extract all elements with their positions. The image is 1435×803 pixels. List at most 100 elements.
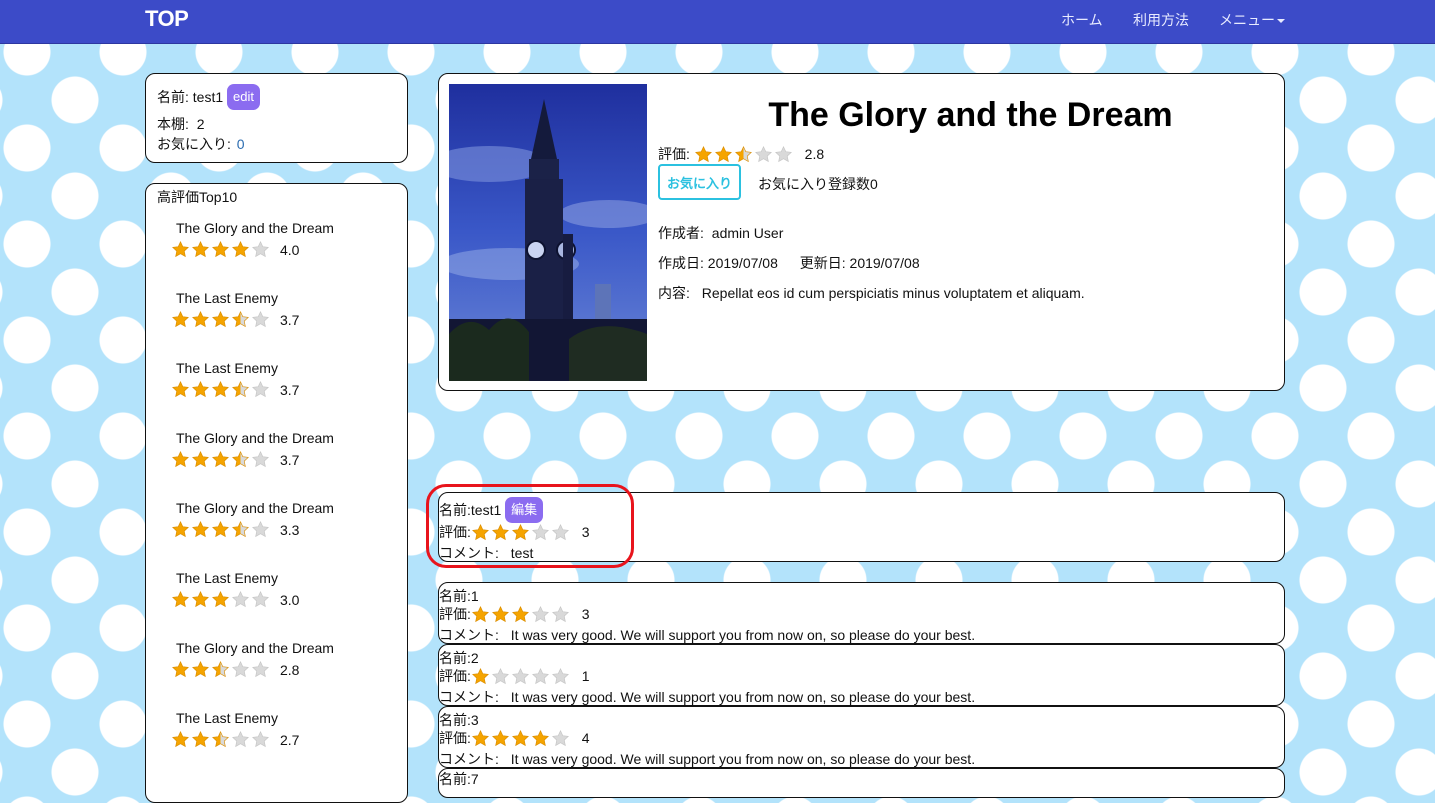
ranking-item[interactable]: The Last Enemy 3.7 — [172, 290, 299, 328]
star-filled-icon — [191, 450, 210, 469]
ranking-item-title[interactable]: The Glory and the Dream — [176, 640, 334, 656]
star-half-icon — [211, 730, 230, 749]
ranking-item[interactable]: The Glory and the Dream 2.8 — [172, 640, 334, 678]
ranking-item-score: 2.8 — [280, 661, 300, 678]
profile-edit-button[interactable]: edit — [227, 84, 260, 110]
review-card: 名前:3 評価: 4 コメント: It was very good. We wi… — [438, 706, 1285, 768]
star-filled-icon — [211, 590, 230, 609]
nav-home-link[interactable]: ホーム — [1061, 10, 1103, 30]
star-empty-icon — [231, 590, 250, 609]
review-card: 名前:2 評価: 1 コメント: It was very good. We wi… — [438, 644, 1285, 706]
star-half-icon — [734, 145, 753, 164]
ranking-item[interactable]: The Glory and the Dream 3.3 — [172, 500, 334, 538]
review-rating-label: 評価: — [439, 668, 471, 684]
star-empty-icon — [251, 450, 270, 469]
star-empty-icon — [251, 660, 270, 679]
review-comment: It was very good. We will support you fr… — [510, 751, 976, 767]
ranking-item[interactable]: The Glory and the Dream 4.0 — [172, 220, 334, 258]
book-rating-stars — [694, 145, 793, 164]
star-filled-icon — [191, 520, 210, 539]
favorite-count-link[interactable]: 0 — [237, 136, 245, 152]
star-filled-icon — [171, 380, 190, 399]
review-card: 名前:1 評価: 3 コメント: It was very good. We wi… — [438, 582, 1285, 644]
star-empty-icon — [551, 605, 570, 624]
ranking-item[interactable]: The Last Enemy 3.7 — [172, 360, 299, 398]
star-filled-icon — [471, 667, 490, 686]
star-filled-icon — [171, 590, 190, 609]
review-name: 名前:2 — [439, 650, 479, 666]
ranking-item-rating: 4.0 — [171, 240, 299, 259]
ranking-item-stars — [171, 590, 270, 609]
star-filled-icon — [211, 310, 230, 329]
ranking-item-stars — [171, 660, 270, 679]
review-comment: It was very good. We will support you fr… — [510, 689, 976, 705]
review-rating-label: 評価: — [439, 606, 471, 622]
ranking-item-title[interactable]: The Glory and the Dream — [176, 220, 334, 236]
profile-name: 名前: test1 — [157, 89, 224, 105]
star-filled-icon — [171, 730, 190, 749]
ranking-item-score: 3.7 — [280, 381, 300, 398]
book-detail-card: The Glory and the Dream 評価: 2.8 お気に入り お気… — [438, 73, 1285, 391]
ranking-item-rating: 3.7 — [171, 380, 299, 399]
review-stars — [471, 605, 570, 624]
ranking-item[interactable]: The Last Enemy 3.0 — [172, 570, 299, 608]
ranking-item-stars — [171, 380, 270, 399]
star-filled-icon — [171, 240, 190, 259]
ranking-item[interactable]: The Glory and the Dream 3.7 — [172, 430, 334, 468]
author-name: admin User — [711, 225, 784, 241]
ranking-item-title[interactable]: The Last Enemy — [176, 570, 278, 586]
ranking-item-stars — [171, 450, 270, 469]
created-label: 作成日: — [658, 255, 704, 271]
review-stars — [471, 667, 570, 686]
star-filled-icon — [714, 145, 733, 164]
content-text: Repellat eos id cum perspiciatis minus v… — [701, 285, 1085, 301]
ranking-item-score: 3.3 — [280, 521, 300, 538]
brand-logo[interactable]: TOP — [145, 6, 189, 32]
review-name: 名前:3 — [439, 712, 479, 728]
review-name: 名前:7 — [439, 771, 479, 787]
star-filled-icon — [191, 310, 210, 329]
book-rating-label: 評価: — [658, 146, 690, 162]
star-filled-icon — [191, 660, 210, 679]
review-comment-label: コメント: — [439, 751, 499, 767]
review-comment-label: コメント: — [439, 689, 499, 705]
star-half-icon — [231, 380, 250, 399]
star-filled-icon — [471, 729, 490, 748]
star-filled-icon — [171, 520, 190, 539]
star-filled-icon — [511, 605, 530, 624]
ranking-item-score: 3.7 — [280, 311, 300, 328]
ranking-item-title[interactable]: The Last Enemy — [176, 290, 278, 306]
review-comment: It was very good. We will support you fr… — [510, 627, 976, 643]
star-filled-icon — [191, 730, 210, 749]
star-empty-icon — [531, 667, 550, 686]
star-filled-icon — [211, 450, 230, 469]
ranking-item-title[interactable]: The Glory and the Dream — [176, 430, 334, 446]
ranking-item-score: 3.0 — [280, 591, 300, 608]
star-filled-icon — [531, 729, 550, 748]
nav-menu-dropdown[interactable]: メニュー — [1219, 10, 1285, 30]
shelf-label: 本棚: — [157, 116, 189, 132]
ranking-item[interactable]: The Last Enemy 2.7 — [172, 710, 299, 748]
star-half-icon — [231, 310, 250, 329]
ranking-item-score: 4.0 — [280, 241, 300, 258]
review-card: 名前:7 — [438, 768, 1285, 798]
ranking-item-title[interactable]: The Last Enemy — [176, 360, 278, 376]
ranking-item-title[interactable]: The Last Enemy — [176, 710, 278, 726]
star-filled-icon — [191, 240, 210, 259]
star-half-icon — [211, 660, 230, 679]
star-empty-icon — [251, 730, 270, 749]
ranking-item-stars — [171, 310, 270, 329]
star-empty-icon — [231, 730, 250, 749]
ranking-title: 高評価Top10 — [157, 189, 238, 205]
ranking-item-title[interactable]: The Glory and the Dream — [176, 500, 334, 516]
star-filled-icon — [211, 240, 230, 259]
nav-usage-link[interactable]: 利用方法 — [1133, 10, 1189, 30]
ranking-card: 高評価Top10 The Glory and the Dream 4.0 The L… — [145, 183, 408, 803]
favorite-button[interactable]: お気に入り — [658, 164, 741, 200]
star-half-icon — [231, 450, 250, 469]
star-empty-icon — [774, 145, 793, 164]
content-label: 内容: — [658, 285, 690, 301]
review-stars — [471, 729, 570, 748]
review-rating-value: 3 — [581, 606, 590, 622]
star-filled-icon — [231, 240, 250, 259]
